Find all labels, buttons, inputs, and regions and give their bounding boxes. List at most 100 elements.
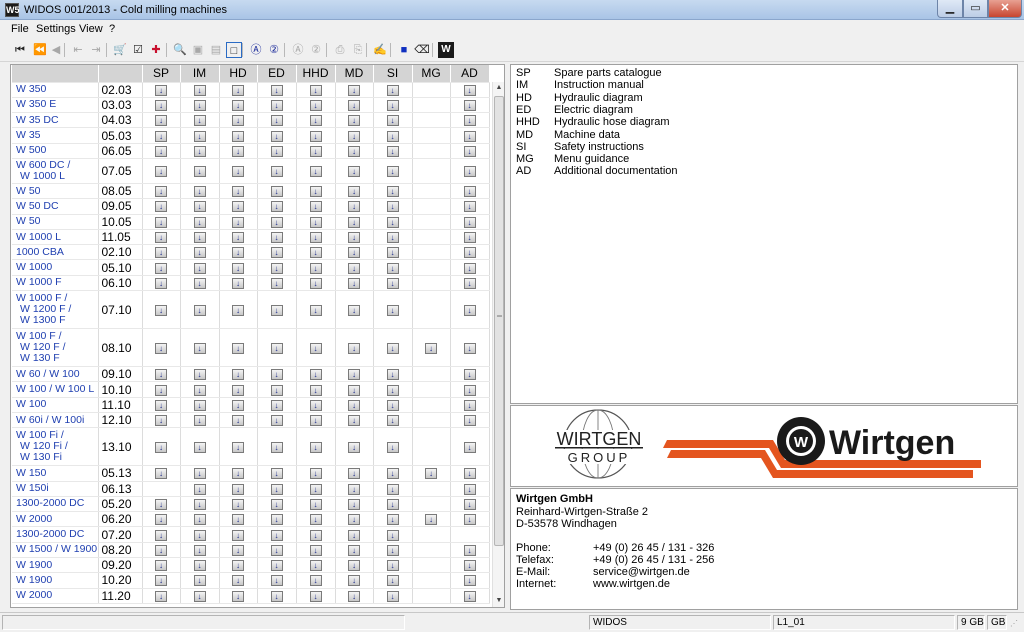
column-header-hd[interactable]: HD bbox=[219, 65, 258, 83]
doc-cell-ed[interactable]: ↓ bbox=[257, 481, 297, 497]
model-cell[interactable]: W 35 bbox=[12, 127, 99, 144]
table-row[interactable]: W 600 DC / W 1000 L 07.05 ↓ ↓ ↓ ↓ ↓ ↓ ↓ ↓ bbox=[12, 158, 490, 184]
model-cell[interactable]: 1300-2000 DC bbox=[12, 526, 99, 543]
model-cell[interactable]: W 1000 F bbox=[12, 275, 99, 292]
download-icon[interactable]: ↓ bbox=[193, 468, 206, 480]
download-icon[interactable]: ↓ bbox=[232, 201, 244, 213]
doc-cell-md[interactable]: ↓ bbox=[335, 588, 374, 604]
model-name-line[interactable]: W 1000 F bbox=[16, 277, 98, 288]
download-icon[interactable]: ↓ bbox=[232, 216, 244, 228]
download-icon[interactable]: ↓ bbox=[348, 262, 360, 274]
download-icon[interactable]: ↓ bbox=[155, 130, 167, 142]
doc-cell-sp[interactable]: ↓ bbox=[142, 526, 181, 543]
model-name-line[interactable]: W 50 bbox=[16, 185, 98, 197]
download-icon[interactable]: ↓ bbox=[193, 342, 206, 354]
download-icon[interactable]: ↓ bbox=[463, 145, 476, 157]
download-icon[interactable]: ↓ bbox=[232, 544, 244, 556]
doc-cell-hd[interactable]: ↓ bbox=[219, 588, 258, 604]
download-icon[interactable]: ↓ bbox=[309, 384, 322, 396]
download-icon[interactable]: ↓ bbox=[309, 560, 322, 572]
table-row[interactable]: W 50 08.05 ↓ ↓ ↓ ↓ ↓ ↓ ↓ ↓ bbox=[12, 183, 490, 200]
doc-cell-hhd[interactable]: ↓ bbox=[296, 82, 336, 98]
doc-cell-hd[interactable]: ↓ bbox=[219, 496, 258, 513]
circle-a-icon[interactable]: Ⓐ bbox=[248, 42, 264, 58]
download-icon[interactable]: ↓ bbox=[270, 468, 283, 480]
doc-cell-sp[interactable]: ↓ bbox=[142, 229, 181, 246]
model-name-line[interactable]: W 1900 bbox=[16, 574, 98, 586]
download-icon[interactable]: ↓ bbox=[309, 498, 322, 510]
download-icon[interactable]: ↓ bbox=[386, 262, 399, 274]
doc-cell-ad[interactable]: ↓ bbox=[450, 290, 490, 330]
doc-cell-si[interactable]: ↓ bbox=[373, 183, 413, 200]
doc-cell-si[interactable]: ↓ bbox=[373, 511, 413, 528]
download-icon[interactable]: ↓ bbox=[386, 304, 399, 316]
download-icon[interactable]: ↓ bbox=[309, 342, 322, 354]
download-icon[interactable]: ↓ bbox=[270, 145, 283, 157]
download-icon[interactable]: ↓ bbox=[463, 342, 476, 354]
doc-cell-sp[interactable]: ↓ bbox=[142, 198, 181, 215]
doc-cell-hd[interactable]: ↓ bbox=[219, 412, 258, 429]
download-icon[interactable]: ↓ bbox=[193, 216, 206, 228]
doc-cell-hd[interactable]: ↓ bbox=[219, 259, 258, 276]
download-icon[interactable]: ↓ bbox=[193, 560, 206, 572]
doc-cell-ad[interactable]: ↓ bbox=[450, 397, 490, 413]
download-icon[interactable]: ↓ bbox=[155, 441, 167, 453]
download-icon[interactable]: ↓ bbox=[309, 216, 322, 228]
doc-cell-md[interactable]: ↓ bbox=[335, 127, 374, 144]
back-icon[interactable]: ◀ bbox=[48, 42, 64, 58]
doc-cell-im[interactable]: ↓ bbox=[180, 412, 220, 429]
doc-cell-md[interactable]: ↓ bbox=[335, 511, 374, 528]
download-icon[interactable]: ↓ bbox=[348, 514, 360, 526]
model-name-line[interactable]: W 1300 F bbox=[16, 315, 98, 326]
download-icon[interactable]: ↓ bbox=[193, 165, 206, 177]
download-icon[interactable]: ↓ bbox=[348, 232, 360, 244]
doc-cell-hd[interactable]: ↓ bbox=[219, 143, 258, 159]
model-name-line[interactable]: W 35 bbox=[16, 130, 98, 141]
download-icon[interactable]: ↓ bbox=[232, 560, 244, 572]
doc-cell-hhd[interactable]: ↓ bbox=[296, 97, 336, 114]
doc-cell-ad[interactable]: ↓ bbox=[450, 366, 490, 383]
download-icon[interactable]: ↓ bbox=[270, 115, 283, 127]
table-row[interactable]: W 100 F / W 120 F / W 130 F 08.10 ↓ ↓ ↓ ↓ ↓ ↓ ↓ ↓ ↓ bbox=[12, 328, 490, 368]
doc-cell-ad[interactable]: ↓ bbox=[450, 112, 490, 129]
download-icon[interactable]: ↓ bbox=[463, 415, 476, 427]
download-icon[interactable]: ↓ bbox=[193, 441, 206, 453]
page-prev-icon[interactable]: ⇤ bbox=[70, 42, 86, 58]
download-icon[interactable]: ↓ bbox=[270, 560, 283, 572]
doc-cell-ad[interactable]: ↓ bbox=[450, 275, 490, 292]
doc-cell-hhd[interactable]: ↓ bbox=[296, 496, 336, 513]
doc-cell-ed[interactable]: ↓ bbox=[257, 542, 297, 559]
doc-cell-ed[interactable]: ↓ bbox=[257, 465, 297, 482]
model-name-line[interactable]: W 35 DC bbox=[16, 114, 98, 126]
resize-grip-icon[interactable]: ⋰ bbox=[1010, 619, 1018, 628]
circle-2-gray-icon[interactable]: ② bbox=[308, 42, 324, 58]
doc-cell-im[interactable]: ↓ bbox=[180, 127, 220, 144]
doc-cell-ed[interactable]: ↓ bbox=[257, 214, 297, 230]
doc-cell-si[interactable]: ↓ bbox=[373, 366, 413, 383]
doc-cell-sp[interactable]: ↓ bbox=[142, 366, 181, 383]
doc-cell-si[interactable]: ↓ bbox=[373, 198, 413, 215]
download-icon[interactable]: ↓ bbox=[232, 384, 244, 396]
download-icon[interactable]: ↓ bbox=[270, 304, 283, 316]
download-icon[interactable]: ↓ bbox=[155, 232, 167, 244]
download-icon[interactable]: ↓ bbox=[270, 544, 283, 556]
download-icon[interactable]: ↓ bbox=[425, 468, 437, 480]
model-name-line[interactable]: W 2000 bbox=[16, 513, 98, 525]
blue-square-icon[interactable]: ■ bbox=[396, 42, 412, 58]
table-row[interactable]: W 60 / W 100 09.10 ↓ ↓ ↓ ↓ ↓ ↓ ↓ ↓ bbox=[12, 366, 490, 383]
doc-cell-hd[interactable]: ↓ bbox=[219, 112, 258, 129]
table-row[interactable]: W 150i 06.13 ↓ ↓ ↓ ↓ ↓ ↓ ↓ bbox=[12, 481, 490, 497]
doc-cell-md[interactable]: ↓ bbox=[335, 229, 374, 246]
download-icon[interactable]: ↓ bbox=[348, 590, 360, 602]
print-setup-icon[interactable]: ⎘ bbox=[350, 42, 366, 58]
doc-cell-im[interactable]: ↓ bbox=[180, 511, 220, 528]
download-icon[interactable]: ↓ bbox=[270, 415, 283, 427]
model-cell[interactable]: W 50 DC bbox=[12, 198, 99, 215]
doc-cell-hd[interactable]: ↓ bbox=[219, 183, 258, 200]
download-icon[interactable]: ↓ bbox=[309, 590, 322, 602]
doc-cell-md[interactable]: ↓ bbox=[335, 183, 374, 200]
download-icon[interactable]: ↓ bbox=[232, 84, 244, 96]
download-icon[interactable]: ↓ bbox=[463, 304, 476, 316]
model-cell[interactable]: W 1000 L bbox=[12, 229, 99, 246]
download-icon[interactable]: ↓ bbox=[270, 399, 283, 411]
